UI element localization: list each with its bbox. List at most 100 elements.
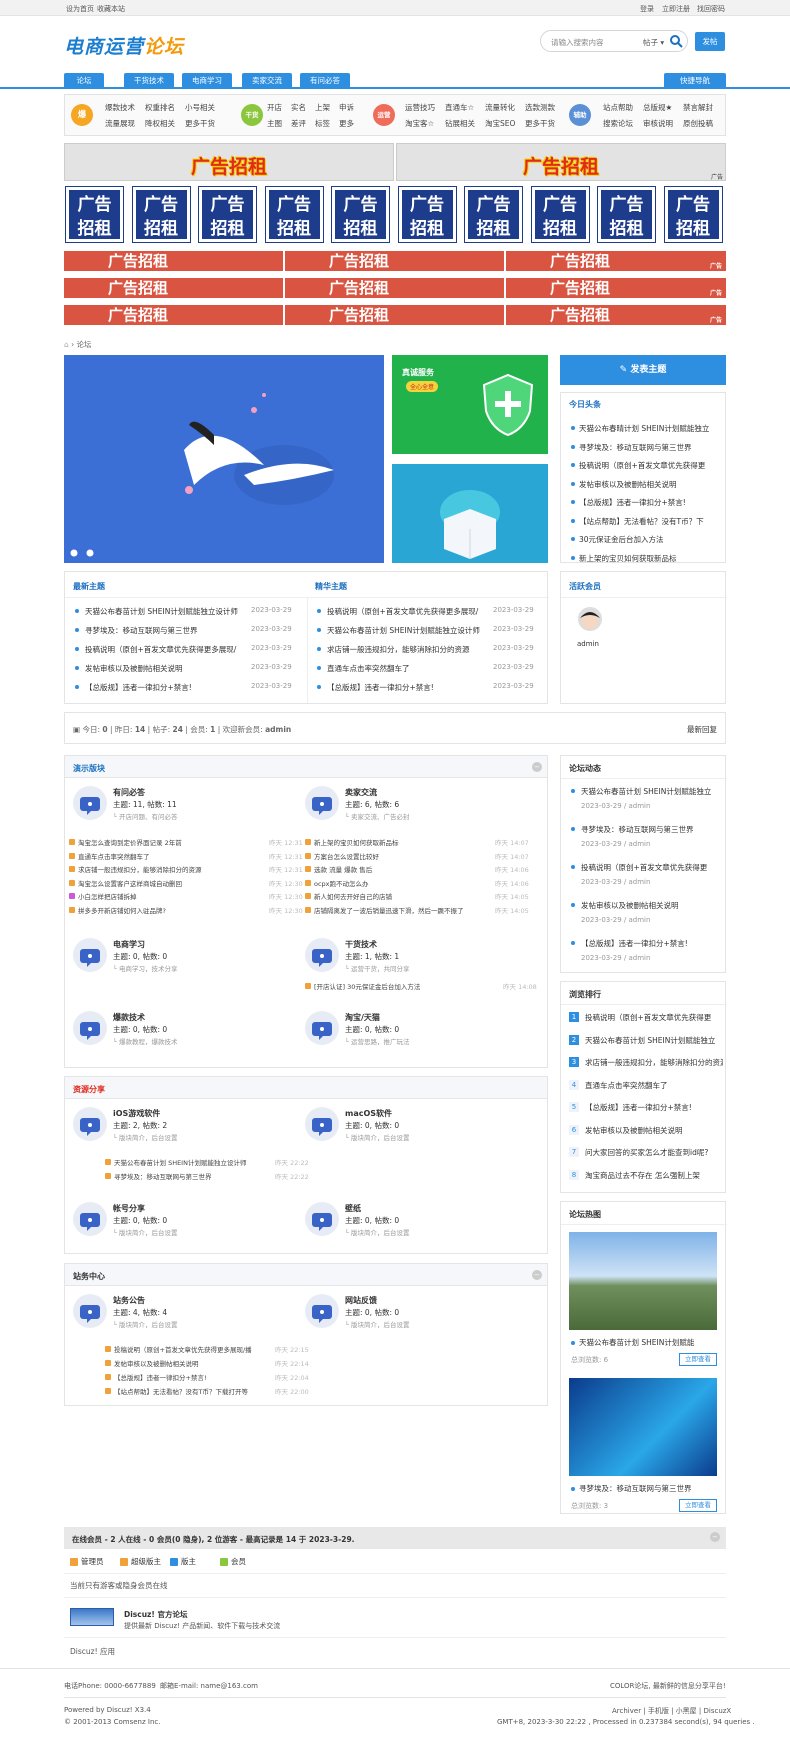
rank-link[interactable]: 发帖审核以及被删帖相关说明 bbox=[585, 1125, 723, 1136]
chat-icon[interactable] bbox=[305, 938, 339, 972]
quick-link[interactable]: 钻展相关 bbox=[445, 118, 475, 129]
topic-link[interactable]: 投稿说明（原创+首发文章优先获得更多展现/ bbox=[327, 606, 487, 617]
account-icon[interactable] bbox=[73, 1202, 107, 1236]
quick-link[interactable]: 更多干货 bbox=[525, 118, 555, 129]
quick-link[interactable]: 总版规★ bbox=[643, 102, 672, 113]
ad-strip[interactable]: 广告招租 bbox=[64, 278, 283, 298]
hot-image-title[interactable]: 寻梦埃及：移动互联网与第三世界 bbox=[579, 1483, 719, 1494]
collapse-icon[interactable]: − bbox=[532, 1270, 542, 1280]
discuz-logo[interactable] bbox=[70, 1608, 114, 1626]
ad-square[interactable]: 广告 招租 bbox=[464, 186, 523, 243]
quick-link[interactable]: 搜索论坛 bbox=[603, 118, 633, 129]
quick-link[interactable]: 选款测款 bbox=[525, 102, 555, 113]
quick-link[interactable]: 淘宝客☆ bbox=[405, 118, 434, 129]
ad-strip[interactable]: 广告招租 bbox=[64, 251, 283, 271]
quick-link[interactable]: 实名 bbox=[291, 102, 306, 113]
quick-link[interactable]: 标签 bbox=[315, 118, 330, 129]
topic-link[interactable]: 天猫公布春苗计划 SHEIN计划赋能独立设计师 bbox=[85, 606, 245, 617]
tab-forum[interactable]: 论坛 bbox=[64, 73, 104, 88]
quick-link[interactable]: 站点帮助 bbox=[603, 102, 633, 113]
quick-link[interactable]: 主图 bbox=[267, 118, 282, 129]
image-slider[interactable] bbox=[64, 355, 384, 563]
ad-banner[interactable]: 广告招租 广告 bbox=[396, 143, 726, 181]
ad-strip[interactable]: 广告招租 bbox=[285, 251, 504, 271]
set-homepage-link[interactable]: 设为首页 bbox=[66, 4, 94, 14]
rank-link[interactable]: 淘宝商品过去不存在 怎么强制上架 bbox=[585, 1170, 723, 1181]
ad-square[interactable]: 广告 招租 bbox=[663, 186, 723, 243]
headline-link[interactable]: 【站点帮助】无法看帖？没有T币？下 bbox=[579, 516, 723, 527]
quick-link[interactable]: 淘宝SEO bbox=[485, 118, 515, 129]
forum-name[interactable]: 网站反馈 bbox=[345, 1295, 377, 1306]
avatar[interactable] bbox=[577, 606, 603, 636]
post-link[interactable]: 方案台怎么设置比较好 bbox=[314, 851, 484, 861]
view-now-button[interactable]: 立即查看 bbox=[679, 1353, 717, 1366]
forum-name[interactable]: 淘宝/天猫 bbox=[345, 1012, 380, 1023]
headline-link[interactable]: 新上架的宝贝如何获取新品标 bbox=[579, 553, 723, 564]
quick-link[interactable]: 审核说明 bbox=[643, 118, 673, 129]
forum-name[interactable]: 壁纸 bbox=[345, 1203, 361, 1214]
ad-strip[interactable]: 广告招租 bbox=[285, 278, 504, 298]
wallpaper-icon[interactable] bbox=[305, 1202, 339, 1236]
ad-strip[interactable]: 广告招租 bbox=[64, 305, 283, 325]
quick-link[interactable]: 流量展现 bbox=[105, 118, 135, 129]
quick-link[interactable]: 申诉 bbox=[339, 102, 354, 113]
forum-name[interactable]: 有问必答 bbox=[113, 787, 145, 798]
rank-link[interactable]: 问大家回答的买家怎么才能查到id呢? bbox=[585, 1147, 723, 1158]
quick-link[interactable]: 流量转化 bbox=[485, 102, 515, 113]
chat-icon[interactable] bbox=[305, 786, 339, 820]
rank-link[interactable]: 投稿说明（原创+首发文章优先获得更 bbox=[585, 1012, 723, 1023]
post-topic-button[interactable]: ✎ 发表主题 bbox=[560, 355, 726, 385]
site-logo[interactable]: 电商运营论坛 bbox=[64, 32, 184, 59]
rank-link[interactable]: 求店铺一般违规扣分，能够消除扣分的资源 bbox=[585, 1057, 723, 1068]
chat-icon[interactable] bbox=[73, 938, 107, 972]
post-link[interactable]: 店铺隔离发了一波后销量迅速下滑，然后一蹶不振了 bbox=[314, 905, 484, 915]
forum-name[interactable]: macOS软件 bbox=[345, 1108, 392, 1119]
login-link[interactable]: 登录 bbox=[640, 4, 654, 14]
post-button[interactable]: 发帖 bbox=[695, 32, 725, 51]
headline-link[interactable]: 发帖审核以及被删帖相关说明 bbox=[579, 479, 723, 490]
ad-square[interactable]: 广告 招租 bbox=[264, 186, 324, 243]
forum-name[interactable]: 帐号分享 bbox=[113, 1203, 145, 1214]
topic-link[interactable]: 求店铺一般违规扣分，能够消除扣分的资源 bbox=[327, 644, 487, 655]
topic-link[interactable]: 直通车点击率突然翻车了 bbox=[327, 663, 487, 674]
ad-square[interactable]: 广告 招租 bbox=[198, 186, 257, 243]
chat-icon[interactable] bbox=[305, 1011, 339, 1045]
post-link[interactable]: 直通车点击率突然翻车了 bbox=[78, 851, 258, 861]
tab-learning[interactable]: 电商学习 bbox=[182, 73, 232, 88]
home-icon[interactable]: ⌂ bbox=[64, 340, 69, 349]
headline-link[interactable]: 投稿说明（原创+首发文章优先获得更 bbox=[579, 460, 723, 471]
topic-link[interactable]: 投稿说明（原创+首发文章优先获得更多展现/ bbox=[85, 644, 245, 655]
promo-image-box[interactable] bbox=[392, 464, 548, 563]
forum-name[interactable]: iOS游戏软件 bbox=[113, 1108, 160, 1119]
ad-strip[interactable]: 广告招租 广告 bbox=[506, 251, 726, 271]
announcement-icon[interactable] bbox=[73, 1294, 107, 1328]
rank-link[interactable]: 天猫公布春苗计划 SHEIN计划赋能独立 bbox=[585, 1035, 723, 1046]
bookmark-link[interactable]: 收藏本站 bbox=[97, 4, 125, 14]
tab-tech[interactable]: 干货技术 bbox=[124, 73, 174, 88]
register-link[interactable]: 立即注册 bbox=[662, 4, 690, 14]
ad-strip[interactable]: 广告招租 bbox=[285, 305, 504, 325]
topic-link[interactable]: 天猫公布春苗计划 SHEIN计划赋能独立设计师 bbox=[327, 625, 487, 636]
chat-icon[interactable] bbox=[73, 1011, 107, 1045]
ad-square[interactable]: 广告 招租 bbox=[131, 186, 191, 243]
post-link[interactable]: 淘宝怎么查询到定价界面记录 2年前 bbox=[78, 837, 258, 847]
hot-image[interactable] bbox=[569, 1232, 717, 1330]
ad-square[interactable]: 广告 招租 bbox=[65, 186, 124, 243]
search-input[interactable]: 请输入搜索内容 bbox=[551, 37, 604, 48]
headline-link[interactable]: 寻梦埃及：移动互联网与第三世界 bbox=[579, 442, 723, 453]
quick-link[interactable]: 原创投稿 bbox=[683, 118, 713, 129]
post-link[interactable]: 寻梦埃及：移动互联网与第三世界 bbox=[114, 1171, 264, 1181]
dynamic-link[interactable]: 天猫公布春苗计划 SHEIN计划赋能独立 bbox=[581, 786, 723, 797]
dynamic-link[interactable]: 【总版规】违者一律扣分+禁言! bbox=[581, 938, 723, 949]
quick-link[interactable]: 更多干货 bbox=[185, 118, 215, 129]
view-now-button[interactable]: 立即查看 bbox=[679, 1499, 717, 1512]
member-name[interactable]: admin bbox=[577, 640, 599, 648]
quick-link[interactable]: 运营技巧 bbox=[405, 102, 435, 113]
quick-link[interactable]: 差评 bbox=[291, 118, 306, 129]
quick-link[interactable]: 小号相关 bbox=[185, 102, 215, 113]
quick-nav-button[interactable]: 快捷导航 bbox=[664, 73, 726, 88]
ad-strip[interactable]: 广告招租 广告 bbox=[506, 305, 726, 325]
discuz-app-link[interactable]: Discuz! 应用 bbox=[70, 1646, 115, 1657]
promo-image-security[interactable]: 真诚服务 全心全意 bbox=[392, 355, 548, 454]
quick-link[interactable]: 禁言解封 bbox=[683, 102, 713, 113]
